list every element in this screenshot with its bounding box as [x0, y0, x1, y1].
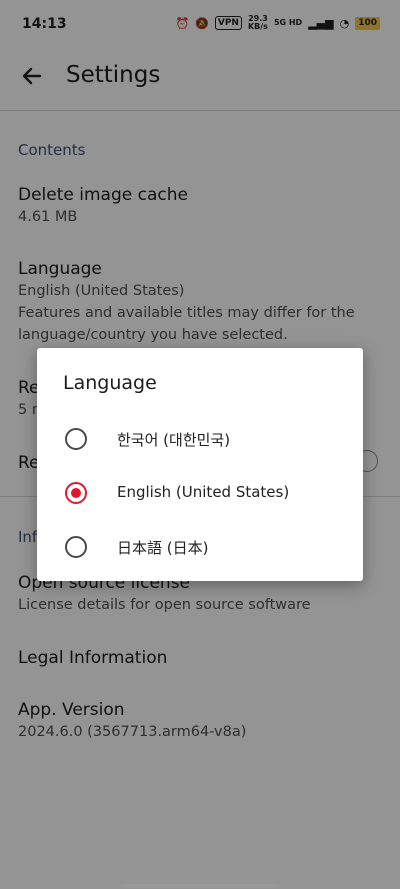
radio-button-selected[interactable]: [65, 482, 87, 504]
dialog-title: Language: [63, 372, 157, 394]
language-dialog: Language 한국어 (대한민국) English (United Stat…: [37, 348, 363, 581]
language-option-korean[interactable]: 한국어 (대한민국): [37, 412, 363, 466]
option-label: 한국어 (대한민국): [117, 431, 231, 449]
option-label: 日本語 (日本): [117, 539, 209, 557]
option-label: English (United States): [117, 483, 290, 501]
radio-button[interactable]: [65, 428, 87, 450]
language-option-english[interactable]: English (United States): [37, 466, 363, 520]
home-indicator[interactable]: [120, 884, 280, 888]
radio-button[interactable]: [65, 536, 87, 558]
language-option-japanese[interactable]: 日本語 (日本): [37, 520, 363, 574]
